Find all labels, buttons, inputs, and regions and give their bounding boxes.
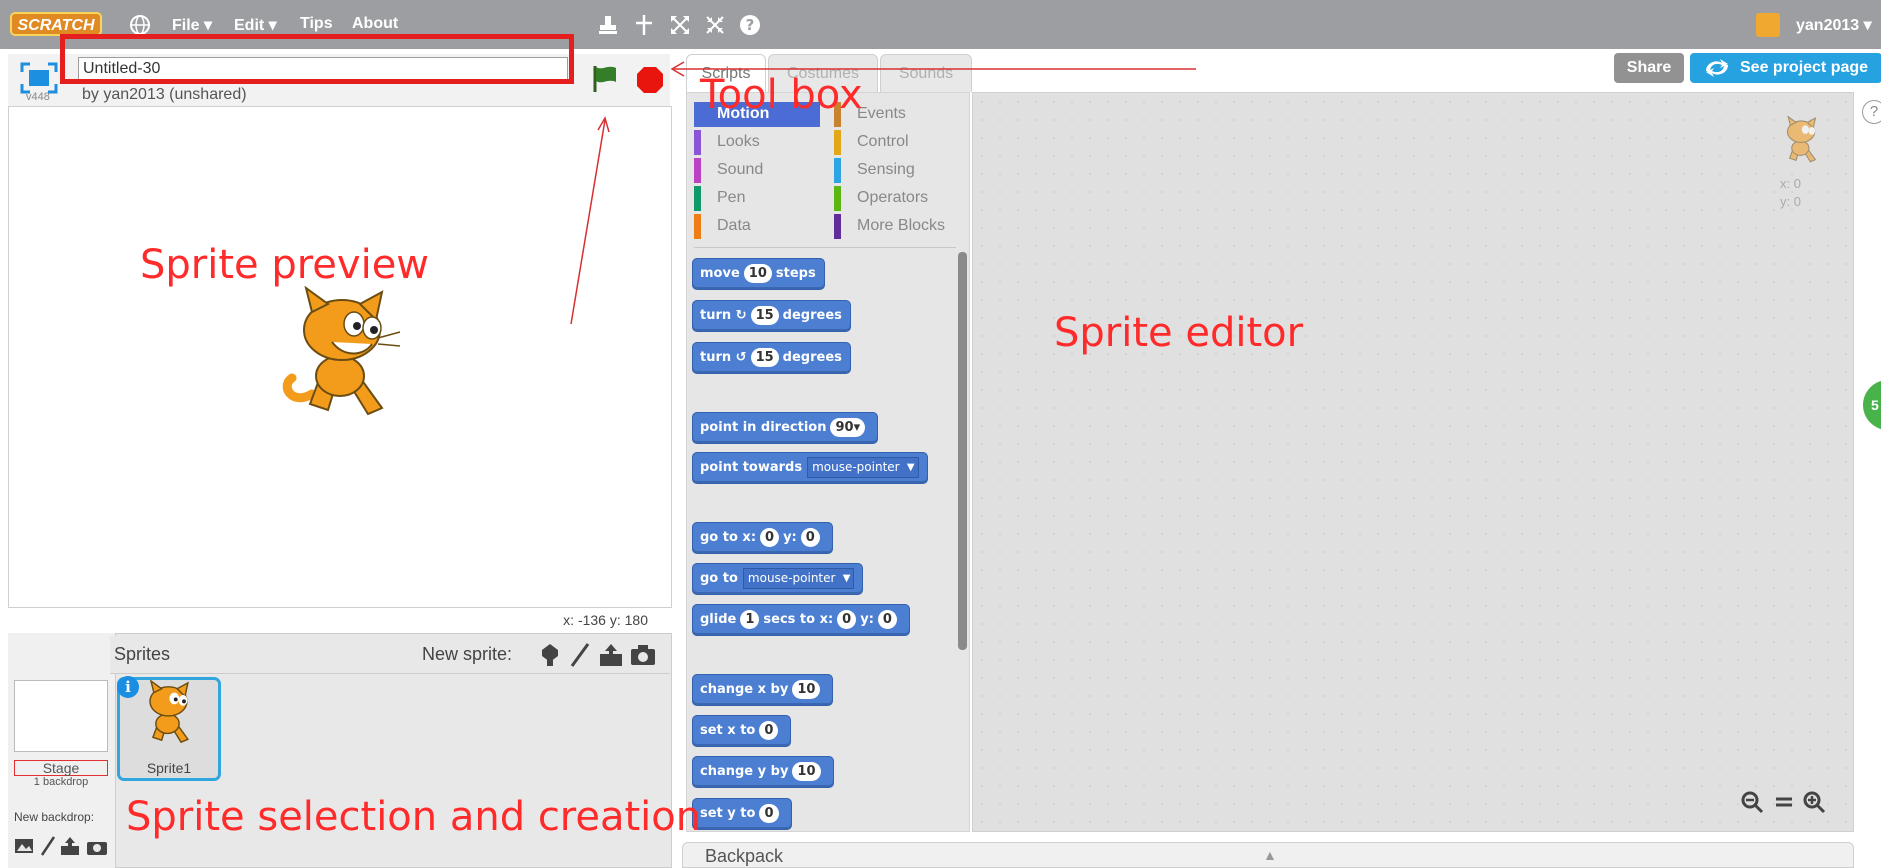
sprite1-label: Sprite1 (146, 760, 192, 776)
block-change-y[interactable]: change y by 10 (692, 756, 834, 788)
backdrop-upload-icon[interactable] (60, 836, 80, 856)
version-label: v448 (26, 91, 50, 103)
sprite1-thumbnail-icon (132, 679, 202, 748)
sprites-title: Sprites (114, 644, 171, 664)
new-sprite-label: New sprite: (422, 644, 513, 664)
annotation-sprite-editor: Sprite editor (1054, 310, 1304, 356)
scissors-icon[interactable] (632, 13, 656, 37)
stamp-icon[interactable] (596, 13, 620, 37)
help-icon[interactable]: ? (1862, 100, 1881, 124)
annotation-sprite-preview: Sprite preview (140, 242, 430, 288)
grow-icon[interactable] (668, 13, 692, 37)
upload-icon[interactable] (598, 642, 624, 668)
block-glide[interactable]: glide 1 secs to x: 0 y: 0 (692, 604, 910, 636)
shrink-icon[interactable] (703, 13, 727, 37)
sprite-y-readout: y: 0 (1780, 194, 1801, 209)
sprites-header: Sprites New sprite: (110, 636, 670, 674)
block-turn-left[interactable]: turn ↺ 15 degrees (692, 342, 851, 374)
file-menu[interactable]: File ▾ (172, 15, 212, 35)
stage-backdrop-count: 1 backdrop (33, 776, 89, 788)
green-badge[interactable]: 5 (1863, 380, 1881, 430)
stage-label: Stage (14, 760, 108, 776)
svg-text:?: ? (746, 16, 755, 34)
zoom-out-icon[interactable] (1740, 790, 1764, 814)
block-change-x[interactable]: change x by 10 (692, 674, 834, 706)
tips-menu[interactable]: Tips (300, 15, 333, 33)
see-project-button[interactable]: See project page (1690, 53, 1881, 83)
backdrop-library-icon[interactable] (14, 836, 34, 856)
backpack-label: Backpack (705, 846, 784, 866)
paint-brush-icon[interactable] (568, 642, 592, 668)
help-icon[interactable]: ? (738, 13, 762, 37)
stage-thumbnail[interactable] (14, 680, 108, 752)
refresh-arrows-icon (1702, 57, 1732, 79)
annotation-toolbox: Tool box (700, 72, 863, 118)
sprite-info-thumbnail-icon (1776, 112, 1824, 170)
block-point-towards[interactable]: point towards mouse-pointer (692, 452, 928, 484)
fullscreen-icon[interactable] (20, 62, 58, 94)
annotation-sprite-selection: Sprite selection and creation (126, 794, 702, 840)
block-go-to-xy[interactable]: go to x: 0 y: 0 (692, 522, 833, 554)
block-set-x[interactable]: set x to 0 (692, 715, 792, 747)
sprite-library-icon[interactable] (538, 642, 562, 668)
see-project-label: See project page (1740, 59, 1869, 76)
share-button[interactable]: Share (1614, 53, 1684, 83)
backpack-expand-icon[interactable]: ▲ (1263, 847, 1277, 863)
camera-icon[interactable] (630, 644, 656, 666)
zoom-in-icon[interactable] (1802, 790, 1826, 814)
new-backdrop-label: New backdrop: (14, 810, 95, 824)
block-set-y[interactable]: set y to 0 (692, 798, 792, 830)
zoom-controls (1740, 786, 1832, 818)
about-menu[interactable]: About (352, 15, 398, 33)
user-menu[interactable]: yan2013 ▾ (1796, 15, 1872, 35)
project-byline: by yan2013 (unshared) (82, 86, 247, 103)
zoom-reset-icon[interactable] (1774, 792, 1794, 812)
scratch-logo[interactable]: SCRATCH (10, 12, 102, 36)
backpack-bar[interactable]: Backpack ▲ (682, 842, 1854, 868)
block-point-direction[interactable]: point in direction 90▾ (692, 412, 879, 444)
mouse-coordinates: x: -136 y: 180 (563, 612, 648, 628)
annotation-arrows (570, 61, 1196, 325)
backdrop-camera-icon[interactable] (86, 838, 108, 856)
user-avatar-icon[interactable] (1756, 13, 1780, 37)
block-go-to[interactable]: go to mouse-pointer (692, 563, 864, 595)
edit-menu[interactable]: Edit ▾ (234, 15, 277, 35)
sprite-x-readout: x: 0 (1780, 176, 1801, 191)
backdrop-paint-icon[interactable] (40, 836, 56, 856)
toolbox-highlight-box (60, 34, 574, 84)
stage-coord-bar: x: -136 y: 180 (8, 608, 672, 632)
cat-sprite-image[interactable] (272, 285, 406, 426)
